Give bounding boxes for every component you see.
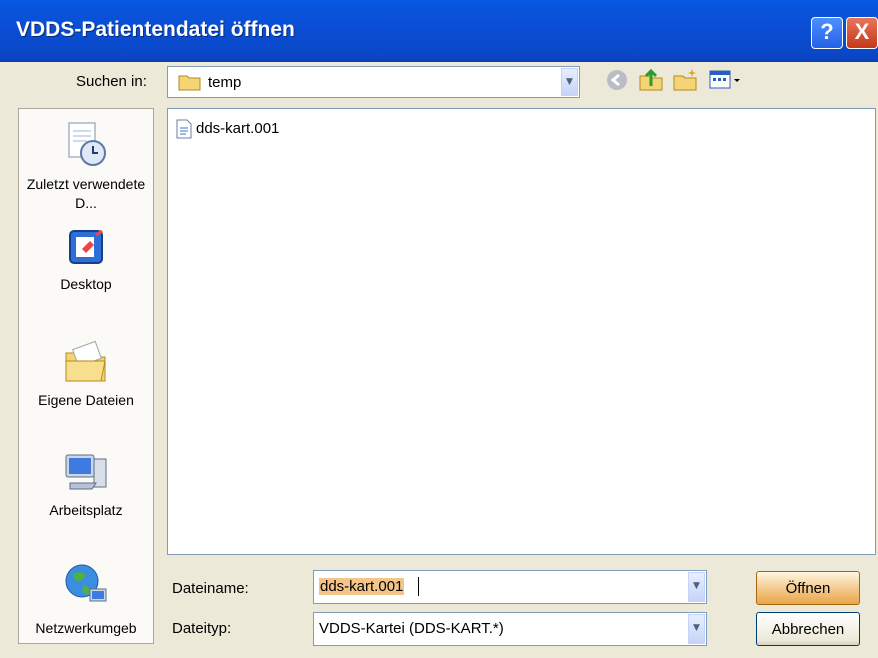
title-bar[interactable]: VDDS-Patientendatei öffnen ? X	[0, 0, 878, 62]
my-computer-icon	[60, 454, 112, 501]
filename-label: Dateiname:	[172, 580, 249, 597]
desktop-icon	[62, 229, 110, 275]
place-label-my-computer: Arbeitsplatz	[49, 502, 123, 518]
places-bar: Zuletzt verwendete D... Desktop Eigene D…	[18, 108, 154, 644]
recent-documents-icon	[61, 122, 111, 175]
filetype-label: Dateityp:	[172, 620, 232, 637]
dialog-title: VDDS-Patientendatei öffnen	[16, 18, 295, 41]
place-my-documents[interactable]: Eigene Dateien	[19, 337, 153, 410]
view-menu-icon[interactable]	[707, 66, 743, 94]
filename-combobox[interactable]: dds-kart.001 ▼	[313, 570, 707, 604]
look-in-label: Suchen in:	[76, 73, 147, 90]
close-button[interactable]: X	[846, 17, 878, 49]
place-label-recent: Zuletzt verwendete D...	[26, 176, 146, 211]
chevron-down-icon[interactable]: ▼	[688, 614, 705, 644]
place-network[interactable]: Netzwerkumgeb	[19, 559, 153, 638]
network-icon	[60, 564, 112, 613]
up-folder-icon[interactable]	[637, 66, 665, 94]
filename-input[interactable]: dds-kart.001	[319, 578, 405, 595]
text-cursor	[418, 577, 419, 596]
place-label-my-documents: Eigene Dateien	[38, 392, 134, 408]
place-my-computer[interactable]: Arbeitsplatz	[19, 447, 153, 520]
chevron-down-icon[interactable]: ▼	[688, 572, 705, 602]
open-file-dialog: VDDS-Patientendatei öffnen ? X Suchen in…	[0, 0, 878, 658]
back-icon[interactable]	[603, 66, 631, 94]
filetype-combobox[interactable]: VDDS-Kartei (DDS-KART.*) ▼	[313, 612, 707, 646]
new-folder-icon[interactable]	[671, 66, 699, 94]
filetype-value: VDDS-Kartei (DDS-KART.*)	[319, 620, 504, 637]
place-label-desktop: Desktop	[60, 276, 112, 292]
folder-icon	[178, 73, 202, 95]
open-button[interactable]: Öffnen	[756, 571, 860, 605]
chevron-down-icon[interactable]: ▼	[561, 68, 578, 96]
place-label-network: Netzwerkumgeb	[35, 620, 137, 636]
my-documents-icon	[61, 340, 111, 391]
cancel-button[interactable]: Abbrechen	[756, 612, 860, 646]
file-name: dds-kart.001	[196, 120, 280, 137]
look-in-combobox[interactable]: temp ▼	[167, 66, 580, 98]
place-desktop[interactable]: Desktop	[19, 227, 153, 294]
look-in-value: temp	[208, 74, 242, 91]
help-button[interactable]: ?	[811, 17, 843, 49]
place-recent[interactable]: Zuletzt verwendete D...	[19, 119, 153, 213]
file-list[interactable]: dds-kart.001	[167, 108, 876, 555]
file-icon	[176, 119, 192, 143]
